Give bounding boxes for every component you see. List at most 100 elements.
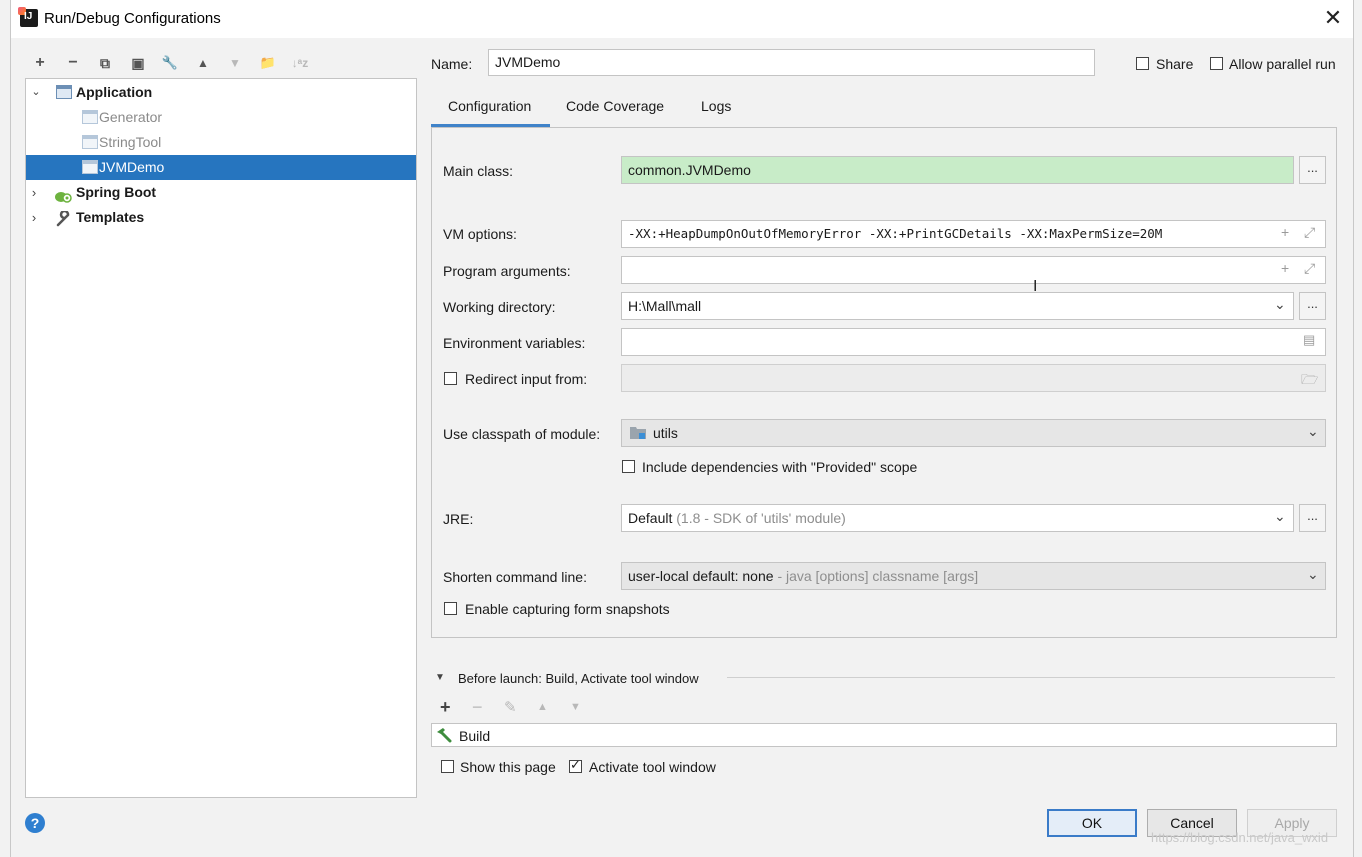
- sort-configurations-icon[interactable]: ↓ᵃz: [289, 52, 311, 74]
- application-icon: [56, 85, 72, 99]
- chevron-down-icon[interactable]: ⌄: [30, 80, 42, 105]
- tab-configuration[interactable]: Configuration: [448, 98, 531, 114]
- jre-hint: (1.8 - SDK of 'utils' module): [676, 510, 846, 526]
- remove-configuration-button[interactable]: −: [62, 52, 84, 74]
- tree-node-templates[interactable]: › Templates: [26, 205, 416, 230]
- redirect-input-field[interactable]: [621, 364, 1326, 392]
- environment-variables-input[interactable]: [621, 328, 1326, 356]
- capture-form-snapshots-label: Enable capturing form snapshots: [465, 601, 670, 617]
- application-config-icon: [82, 135, 98, 149]
- tree-label-application: Application: [76, 84, 153, 100]
- move-task-up-icon[interactable]: ▲: [537, 701, 548, 713]
- tree-label-generator: Generator: [99, 109, 163, 125]
- environment-variables-label: Environment variables:: [443, 335, 586, 351]
- shorten-command-line-label: Shorten command line:: [443, 569, 587, 585]
- collapse-triangle-icon[interactable]: ▼: [435, 672, 445, 683]
- shorten-hint: - java [options] classname [args]: [777, 568, 979, 584]
- jre-value: Default: [628, 510, 673, 526]
- main-class-browse-button[interactable]: ...: [1299, 156, 1326, 184]
- vm-options-label: VM options:: [443, 226, 517, 242]
- build-hammer-icon: [435, 727, 453, 746]
- vm-options-input[interactable]: -XX:+HeapDumpOnOutOfMemoryError -XX:+Pri…: [621, 220, 1326, 248]
- before-launch-title: Before launch: Build, Activate tool wind…: [458, 671, 699, 686]
- jre-label: JRE:: [443, 511, 474, 527]
- allow-parallel-run-label: Allow parallel run: [1229, 56, 1336, 72]
- working-directory-input[interactable]: H:\Mall\mall: [621, 292, 1294, 320]
- redirect-input-label: Redirect input from:: [465, 371, 588, 387]
- tab-code-coverage[interactable]: Code Coverage: [566, 98, 664, 114]
- folder-open-icon[interactable]: 🗁: [1301, 369, 1318, 393]
- capture-form-snapshots-checkbox[interactable]: [444, 602, 457, 615]
- allow-parallel-run-checkbox[interactable]: [1210, 57, 1223, 70]
- tree-node-spring-boot[interactable]: › Spring Boot: [26, 180, 416, 205]
- expand-icon[interactable]: ⤢: [1304, 224, 1315, 241]
- program-arguments-label: Program arguments:: [443, 263, 571, 279]
- jre-browse-button[interactable]: ...: [1299, 504, 1326, 532]
- spring-boot-icon: [54, 186, 72, 203]
- move-up-button[interactable]: ▲: [192, 52, 214, 74]
- intellij-app-icon: IJ: [18, 7, 38, 27]
- name-input[interactable]: JVMDemo: [488, 49, 1095, 76]
- tree-node-application[interactable]: ⌄ Application: [26, 80, 416, 105]
- add-configuration-button[interactable]: +: [29, 52, 51, 74]
- chevron-right-icon[interactable]: ›: [28, 205, 40, 230]
- include-provided-deps-checkbox[interactable]: [622, 460, 635, 473]
- share-checkbox[interactable]: [1136, 57, 1149, 70]
- jre-select[interactable]: Default (1.8 - SDK of 'utils' module): [621, 504, 1294, 532]
- chevron-down-icon[interactable]: ⌄: [1307, 423, 1319, 440]
- chevron-right-icon[interactable]: ›: [28, 180, 40, 205]
- ok-button[interactable]: OK: [1047, 809, 1137, 837]
- activate-tool-window-label: Activate tool window: [589, 759, 716, 775]
- build-task-label[interactable]: Build: [459, 728, 490, 744]
- copy-configuration-button[interactable]: ⧉: [94, 52, 116, 74]
- edit-task-pencil-icon[interactable]: ✎: [504, 698, 517, 716]
- tree-label-jvmdemo: JVMDemo: [99, 159, 165, 175]
- module-folder-icon: [630, 426, 646, 439]
- show-this-page-label: Show this page: [460, 759, 556, 775]
- expand-icon[interactable]: ⤢: [1304, 260, 1315, 277]
- separator-line: [727, 677, 1335, 678]
- classpath-module-label: Use classpath of module:: [443, 426, 601, 442]
- edit-env-vars-icon[interactable]: ▤: [1303, 332, 1315, 348]
- shorten-command-line-select[interactable]: user-local default: none - java [options…: [621, 562, 1326, 590]
- remove-task-button[interactable]: −: [472, 697, 483, 718]
- application-config-icon: [82, 110, 98, 124]
- move-task-down-icon[interactable]: ▼: [570, 701, 581, 713]
- tree-label-templates: Templates: [76, 209, 145, 225]
- redirect-input-checkbox[interactable]: [444, 372, 457, 385]
- title-bar: IJ Run/Debug Configurations ✕: [11, 0, 1353, 38]
- tab-logs[interactable]: Logs: [701, 98, 731, 114]
- save-configuration-button[interactable]: ▣: [127, 52, 149, 74]
- tree-label-stringtool: StringTool: [99, 134, 162, 150]
- chevron-down-icon[interactable]: ⌄: [1274, 508, 1286, 525]
- run-debug-dialog: IJ Run/Debug Configurations ✕ + − ⧉ ▣ 🔧 …: [10, 0, 1354, 857]
- tree-node-generator[interactable]: Generator: [26, 105, 416, 130]
- move-down-button[interactable]: ▼: [224, 52, 246, 74]
- close-icon[interactable]: ✕: [1321, 6, 1345, 30]
- window-title: Run/Debug Configurations: [44, 10, 221, 27]
- chevron-down-icon[interactable]: ⌄: [1274, 296, 1286, 313]
- tree-node-stringtool[interactable]: StringTool: [26, 130, 416, 155]
- edit-defaults-wrench-icon[interactable]: 🔧: [159, 52, 181, 74]
- before-launch-task-list: Build: [431, 723, 1337, 747]
- help-button[interactable]: ?: [25, 813, 45, 833]
- share-label: Share: [1156, 56, 1194, 72]
- tree-label-spring-boot: Spring Boot: [76, 184, 157, 200]
- activate-tool-window-checkbox[interactable]: [569, 757, 582, 773]
- new-folder-icon[interactable]: 📁: [257, 52, 279, 74]
- chevron-down-icon[interactable]: ⌄: [1307, 566, 1319, 583]
- add-plus-icon[interactable]: +: [1281, 224, 1289, 240]
- working-directory-browse-button[interactable]: ...: [1299, 292, 1326, 320]
- application-config-icon: [82, 160, 98, 174]
- watermark-text: https://blog.csdn.net/java_wxid: [1151, 830, 1329, 845]
- show-this-page-checkbox[interactable]: [441, 760, 454, 773]
- wrench-icon: [56, 209, 72, 227]
- add-plus-icon[interactable]: +: [1281, 260, 1289, 276]
- main-class-label: Main class:: [443, 163, 514, 179]
- classpath-module-select[interactable]: utils: [621, 419, 1326, 447]
- program-arguments-input[interactable]: [621, 256, 1326, 284]
- add-task-button[interactable]: +: [440, 697, 451, 718]
- main-class-input[interactable]: common.JVMDemo: [621, 156, 1294, 184]
- working-directory-label: Working directory:: [443, 299, 556, 315]
- tree-node-jvmdemo[interactable]: JVMDemo: [26, 155, 416, 180]
